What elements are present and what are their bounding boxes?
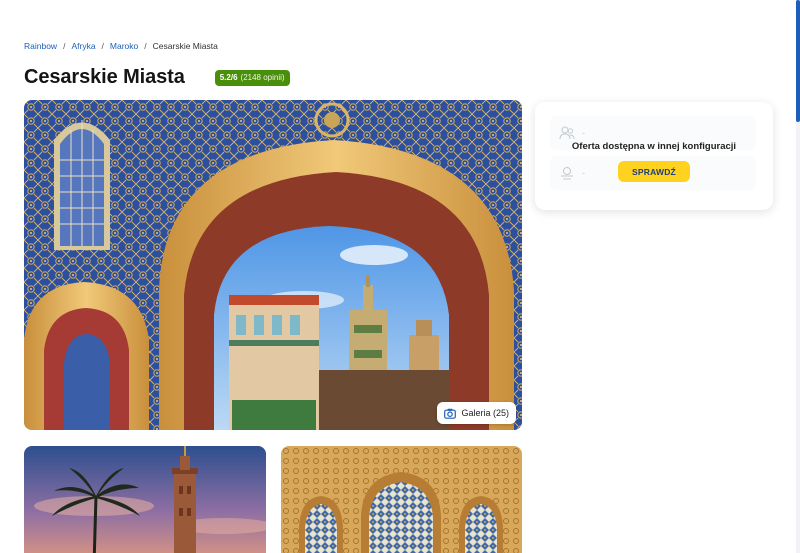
breadcrumb-item-maroko[interactable]: Maroko — [110, 41, 138, 51]
breadcrumb-separator: / — [144, 41, 147, 51]
rating-score: 5.2/6 — [219, 72, 238, 82]
product-page: Rainbow / Afryka / Maroko / Cesarskie Mi… — [0, 0, 800, 553]
meal-icon — [561, 166, 573, 180]
photo-thumbnail-minaret[interactable] — [24, 446, 266, 553]
rating-badge[interactable]: 5.2/6 (2148 opinii) — [214, 69, 290, 86]
rating-count: (2148 opinii) — [240, 72, 285, 82]
page-title: Cesarskie Miasta — [24, 66, 185, 88]
photo-minaret-image — [24, 446, 266, 553]
travelers-icon — [559, 126, 575, 140]
camera-icon — [444, 408, 457, 419]
breadcrumb-current: Cesarskie Miasta — [152, 41, 218, 51]
gallery-label: Galeria (25) — [461, 408, 509, 418]
photo-palace-door-image — [281, 446, 522, 553]
check-button[interactable]: SPRAWDŹ — [618, 161, 690, 182]
gallery-button[interactable]: Galeria (25) — [437, 402, 516, 424]
breadcrumb: Rainbow / Afryka / Maroko / Cesarskie Mi… — [24, 41, 218, 51]
scrollbar-thumb[interactable] — [796, 0, 800, 122]
title-row: Cesarskie Miasta 5.2/6 (2148 opinii) — [24, 66, 290, 89]
scrollbar[interactable] — [796, 0, 800, 553]
meal-value: - — [582, 168, 585, 178]
breadcrumb-item-rainbow[interactable]: Rainbow — [24, 41, 57, 51]
breadcrumb-item-afryka[interactable]: Afryka — [71, 41, 95, 51]
offer-message: Oferta dostępna w innej konfiguracji — [571, 141, 737, 152]
travelers-value: - — [582, 128, 585, 138]
main-photo[interactable]: Galeria (25) — [24, 100, 522, 430]
offer-card: - Oferta dostępna w innej konfiguracji -… — [535, 102, 773, 210]
breadcrumb-separator: / — [63, 41, 66, 51]
breadcrumb-separator: / — [101, 41, 104, 51]
main-photo-image — [24, 100, 522, 430]
photo-thumbnail-palace-door[interactable] — [281, 446, 522, 553]
